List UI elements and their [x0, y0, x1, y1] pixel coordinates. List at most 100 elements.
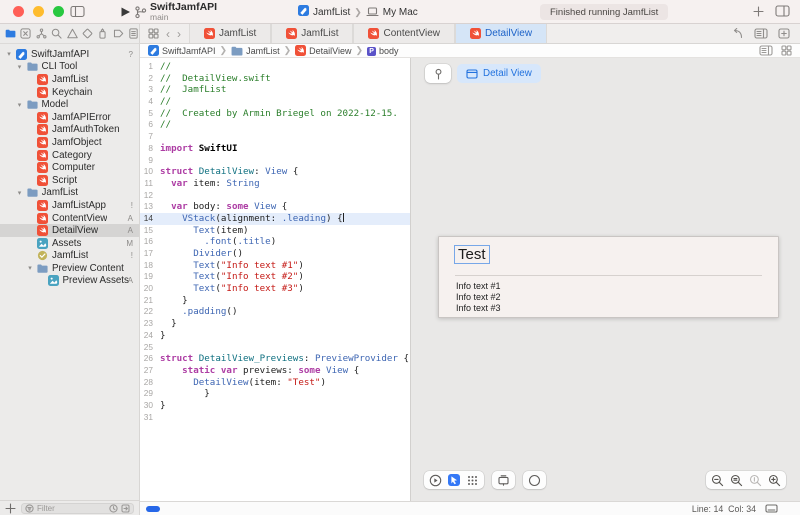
issues-navigator-icon[interactable] [67, 28, 78, 39]
sidebar-item-preview-content[interactable]: ▾Preview Content [0, 262, 139, 275]
run-button[interactable] [120, 6, 131, 18]
code-line-3[interactable]: 3// JamfList [140, 84, 410, 96]
zoom-in-button[interactable] [768, 474, 781, 487]
code-line-21[interactable]: 21 } [140, 295, 410, 307]
code-line-30[interactable]: 30} [140, 400, 410, 412]
live-preview-button[interactable] [429, 474, 442, 487]
tests-navigator-icon[interactable] [82, 28, 93, 39]
sidebar-item-cli-tool[interactable]: ▾CLI Tool [0, 61, 139, 74]
variants-button[interactable] [466, 474, 479, 487]
sidebar-item-detailview[interactable]: DetailViewA [0, 224, 139, 237]
scheme-selector[interactable]: JamfList ❯ My Mac [298, 4, 418, 20]
tab-detailview[interactable]: DetailView [455, 24, 547, 43]
disclosure-triangle-icon[interactable]: ▾ [5, 50, 13, 58]
code-line-29[interactable]: 29 } [140, 388, 410, 400]
breakpoints-navigator-icon[interactable] [113, 28, 124, 39]
add-editor-icon[interactable] [778, 28, 790, 39]
code-line-12[interactable]: 12 [140, 190, 410, 202]
code-line-24[interactable]: 24} [140, 330, 410, 342]
code-line-14[interactable]: 14 VStack(alignment: .leading) { [140, 213, 410, 225]
code-line-13[interactable]: 13 var body: some View { [140, 201, 410, 213]
color-scheme-button[interactable] [528, 474, 541, 487]
close-button[interactable] [13, 6, 24, 17]
code-line-19[interactable]: 19 Text("Info text #2") [140, 271, 410, 283]
recent-files-icon[interactable] [109, 504, 118, 513]
preview-title-text[interactable]: Test [454, 245, 490, 264]
code-line-16[interactable]: 16 .font(.title) [140, 236, 410, 248]
project-navigator-icon[interactable] [5, 28, 16, 39]
sidebar-item-swiftjamfapi[interactable]: ▾SwiftJamfAPI? [0, 48, 139, 61]
code-line-2[interactable]: 2// DetailView.swift [140, 73, 410, 85]
sidebar-item-jamflistapp[interactable]: JamfListApp! [0, 199, 139, 212]
code-line-23[interactable]: 23 } [140, 318, 410, 330]
back-icon[interactable]: ‹ [166, 28, 170, 40]
code-line-27[interactable]: 27 static var previews: some View { [140, 365, 410, 377]
debug-navigator-icon[interactable] [97, 28, 108, 39]
tab-jamflist[interactable]: JamfList [271, 24, 353, 43]
library-add-icon[interactable] [753, 6, 764, 17]
sidebar-item-computer[interactable]: Computer [0, 161, 139, 174]
tab-jamflist[interactable]: JamfList [189, 24, 271, 43]
source-control-navigator-icon[interactable] [20, 28, 31, 39]
editor-options-icon[interactable] [754, 28, 768, 39]
sidebar-item-script[interactable]: Script [0, 174, 139, 187]
sidebar-item-category[interactable]: Category [0, 149, 139, 162]
related-items-icon[interactable] [148, 28, 159, 39]
breadcrumb-item-body[interactable]: Pbody [367, 45, 399, 56]
sidebar-item-jamfobject[interactable]: JamfObject [0, 136, 139, 149]
disclosure-triangle-icon[interactable]: ▾ [26, 264, 34, 272]
zoom-fit-button[interactable] [730, 474, 743, 487]
sidebar-item-keychain[interactable]: Keychain [0, 86, 139, 99]
scroll-indicator[interactable] [146, 506, 160, 512]
sidebar-item-contentview[interactable]: ContentViewA [0, 212, 139, 225]
sidebar-item-assets[interactable]: AssetsM [0, 237, 139, 250]
code-line-5[interactable]: 5// Created by Armin Briegel on 2022-12-… [140, 108, 410, 120]
source-editor[interactable]: 1//2// DetailView.swift3// JamfList4//5/… [140, 58, 410, 501]
sidebar-item-jamfapierror[interactable]: JamfAPIError [0, 111, 139, 124]
sidebar-item-jamflist[interactable]: JamfList! [0, 250, 139, 263]
forward-icon[interactable]: › [177, 28, 181, 40]
code-line-31[interactable]: 31 [140, 412, 410, 424]
symbols-navigator-icon[interactable] [36, 28, 47, 39]
sidebar-item-jamflist[interactable]: ▾JamfList [0, 187, 139, 200]
fullscreen-button[interactable] [53, 6, 64, 17]
code-line-6[interactable]: 6// [140, 119, 410, 131]
code-line-15[interactable]: 15 Text(item) [140, 225, 410, 237]
code-line-20[interactable]: 20 Text("Info text #3") [140, 283, 410, 295]
run-destination[interactable]: My Mac [383, 7, 418, 18]
code-line-11[interactable]: 11 var item: String [140, 178, 410, 190]
scheme-name[interactable]: JamfList [313, 7, 350, 18]
minimize-button[interactable] [33, 6, 44, 17]
preview-window[interactable]: Test Info text #1Info text #2Info text #… [438, 236, 779, 318]
code-line-22[interactable]: 22 .padding() [140, 306, 410, 318]
code-line-18[interactable]: 18 Text("Info text #1") [140, 260, 410, 272]
device-settings-button[interactable] [497, 474, 510, 487]
reports-navigator-icon[interactable] [128, 28, 139, 39]
zoom-out-button[interactable] [711, 474, 724, 487]
code-line-17[interactable]: 17 Divider() [140, 248, 410, 260]
code-line-1[interactable]: 1// [140, 61, 410, 73]
scm-status-icon[interactable] [121, 504, 130, 513]
disclosure-triangle-icon[interactable]: ▾ [16, 101, 24, 109]
breadcrumb-item-jamflist[interactable]: JamfList [231, 46, 280, 56]
pin-preview-button[interactable] [425, 64, 451, 83]
minimap-icon[interactable] [759, 45, 773, 56]
editor-layout-icon[interactable] [775, 5, 790, 17]
code-line-9[interactable]: 9 [140, 155, 410, 167]
sidebar-toggle-icon[interactable] [70, 5, 85, 18]
code-line-7[interactable]: 7 [140, 131, 410, 143]
breadcrumb-item-detailview[interactable]: DetailView [295, 45, 351, 56]
disclosure-triangle-icon[interactable]: ▾ [16, 189, 24, 197]
filter-field[interactable]: Filter [21, 503, 134, 514]
disclosure-triangle-icon[interactable]: ▾ [16, 63, 24, 71]
sidebar-item-preview-assets[interactable]: Preview AssetsA [0, 275, 139, 288]
preview-target-pill[interactable]: Detail View [457, 64, 541, 83]
sidebar-item-model[interactable]: ▾Model [0, 98, 139, 111]
sidebar-item-jamfauthtoken[interactable]: JamfAuthToken [0, 124, 139, 137]
code-review-icon[interactable] [731, 28, 744, 39]
breadcrumb-item-swiftjamfapi[interactable]: SwiftJamfAPI [148, 45, 216, 56]
canvas-grid-icon[interactable] [781, 45, 792, 56]
code-line-26[interactable]: 26struct DetailView_Previews: PreviewPro… [140, 353, 410, 365]
add-file-icon[interactable] [5, 503, 16, 514]
code-line-25[interactable]: 25 [140, 342, 410, 354]
